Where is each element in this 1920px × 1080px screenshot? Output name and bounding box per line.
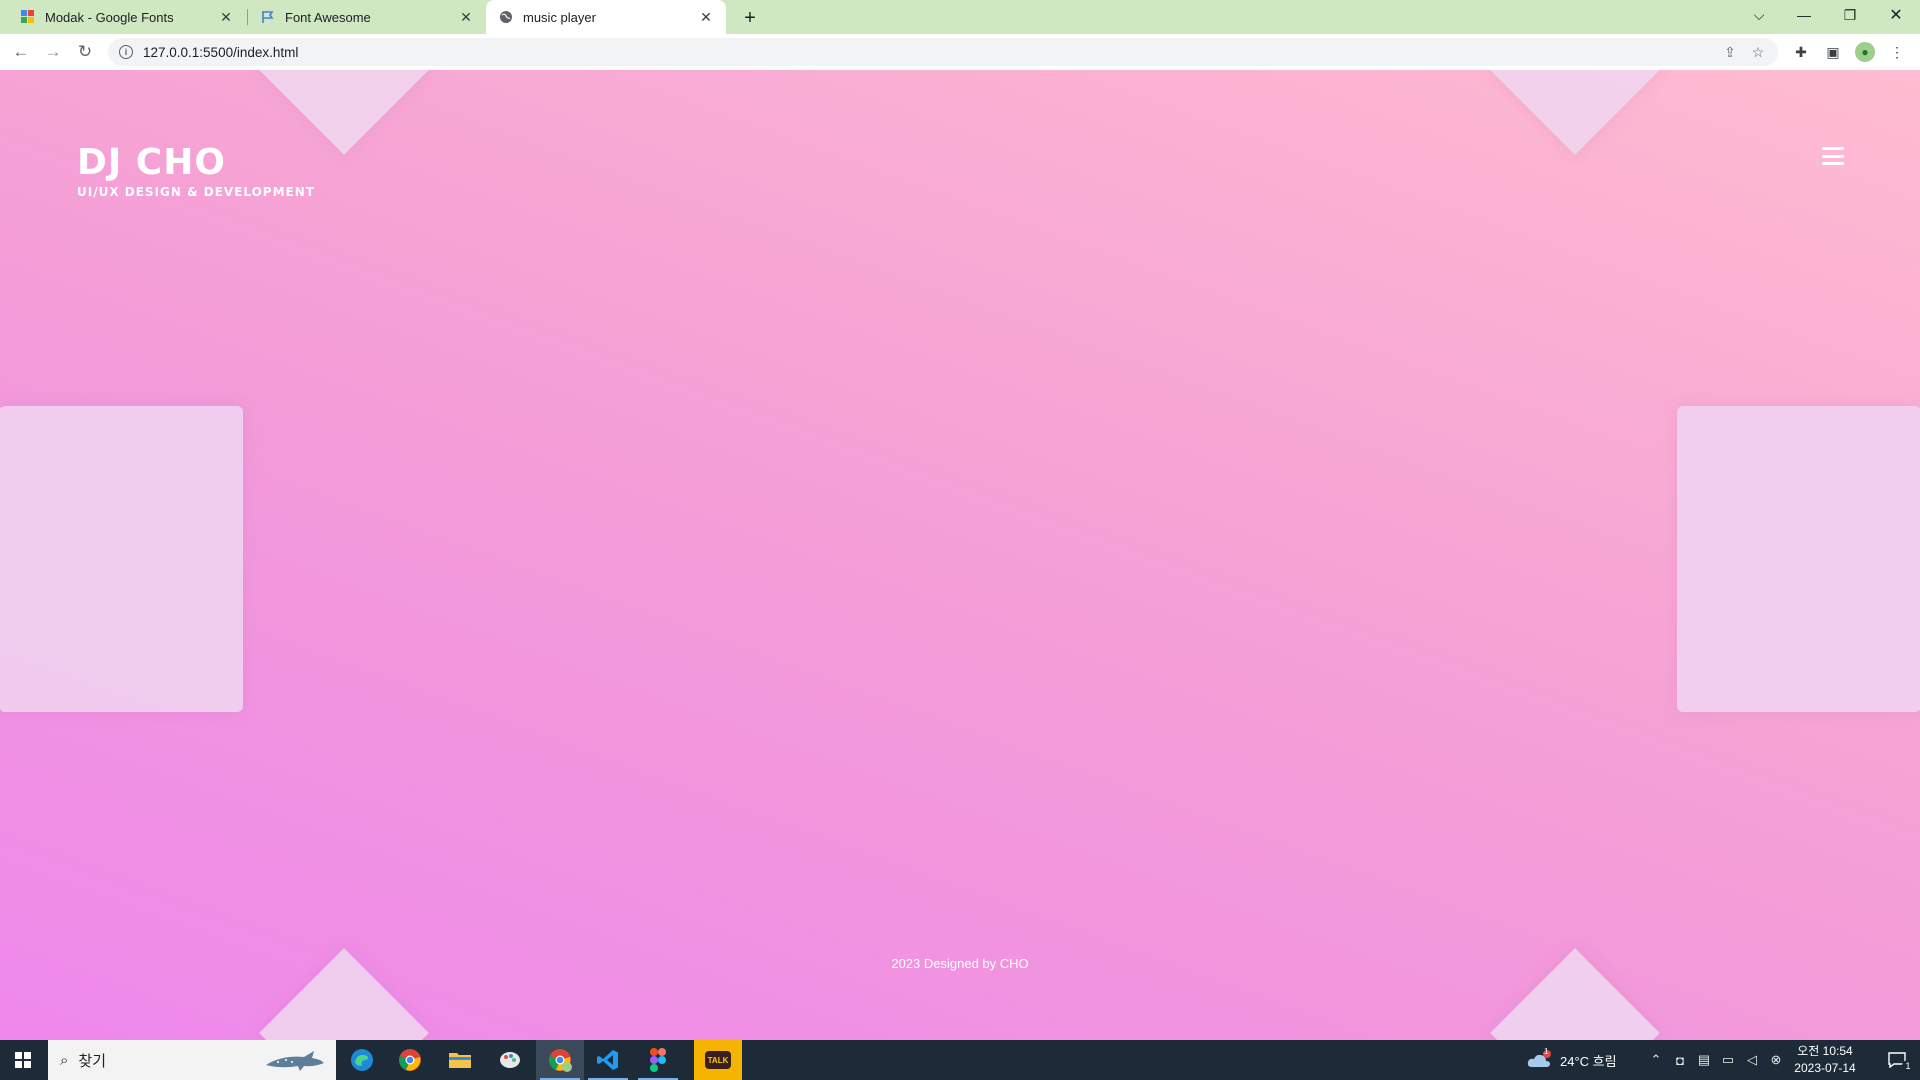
weather-badge: 1 bbox=[1544, 1047, 1549, 1056]
close-icon[interactable]: ✕ bbox=[696, 7, 716, 27]
browser-toolbar: ← → ↻ i 127.0.0.1:5500/index.html ⇪ ☆ ✚ … bbox=[0, 34, 1920, 70]
edge-icon[interactable] bbox=[338, 1040, 386, 1080]
forward-button[interactable]: → bbox=[39, 38, 67, 66]
flag-icon bbox=[260, 9, 276, 25]
clock-date: 2023-07-14 bbox=[1794, 1061, 1856, 1075]
reload-button[interactable]: ↻ bbox=[71, 38, 99, 66]
defender-icon[interactable]: ▤ bbox=[1692, 1040, 1716, 1080]
tab-title: music player bbox=[523, 9, 596, 25]
avatar: ● bbox=[1855, 42, 1875, 62]
chrome-icon[interactable] bbox=[386, 1040, 434, 1080]
tab-font-awesome[interactable]: Font Awesome ✕ bbox=[248, 0, 486, 34]
kakaotalk-label: TALK bbox=[705, 1051, 731, 1069]
notification-center-icon[interactable]: 1 bbox=[1874, 1040, 1920, 1080]
footer-text: 2023 Designed by CHO bbox=[891, 956, 1029, 971]
status-icon[interactable]: ⊗ bbox=[1764, 1040, 1788, 1080]
close-icon[interactable]: ✕ bbox=[456, 7, 476, 27]
site-info-icon[interactable]: i bbox=[119, 45, 133, 59]
decorative-card-right bbox=[1677, 406, 1920, 712]
tab-search-icon[interactable]: ⌵ bbox=[1739, 0, 1779, 30]
chrome-profile-icon[interactable] bbox=[536, 1040, 584, 1080]
brand-logo[interactable]: DJ CHO UI/UX DESIGN & DEVELOPMENT bbox=[77, 142, 315, 200]
weather-text: 24°C 흐림 bbox=[1560, 1053, 1617, 1069]
brand-subtitle: UI/UX DESIGN & DEVELOPMENT bbox=[77, 185, 315, 199]
bookmark-star-icon[interactable]: ☆ bbox=[1744, 38, 1772, 66]
restore-button[interactable]: ❐ bbox=[1830, 0, 1870, 30]
google-fonts-icon bbox=[20, 9, 36, 25]
notification-count: 1 bbox=[1902, 1060, 1914, 1072]
page-viewport: DJ CHO UI/UX DESIGN & DEVELOPMENT 2023 D… bbox=[0, 70, 1920, 1040]
address-bar[interactable]: i 127.0.0.1:5500/index.html ⇪ ☆ bbox=[108, 38, 1778, 66]
extensions-icon[interactable]: ✚ bbox=[1789, 40, 1813, 64]
new-tab-button[interactable]: + bbox=[736, 4, 764, 32]
search-icon: ⌕ bbox=[60, 1051, 69, 1069]
taskbar-search-box[interactable]: ⌕ 찾기 bbox=[48, 1040, 336, 1080]
profile-avatar[interactable]: ● bbox=[1853, 40, 1877, 64]
start-button[interactable] bbox=[0, 1040, 46, 1080]
windows-taskbar: ⌕ 찾기 TALK 1 24°C 흐림 ⌃ ◘ ▤ ▭ ◁ ⊗ 오전 10:54… bbox=[0, 1040, 1920, 1080]
minimize-button[interactable]: — bbox=[1784, 0, 1824, 30]
tab-title: Font Awesome bbox=[285, 9, 371, 25]
paint-icon[interactable] bbox=[486, 1040, 534, 1080]
decorative-triangle-top-right bbox=[1490, 70, 1660, 155]
tab-music-player[interactable]: music player ✕ bbox=[486, 0, 726, 34]
search-placeholder: 찾기 bbox=[78, 1052, 107, 1070]
vscode-icon[interactable] bbox=[584, 1040, 632, 1080]
system-tray: ⌃ ◘ ▤ ▭ ◁ ⊗ bbox=[1644, 1040, 1788, 1080]
menu-kebab-icon[interactable]: ⋮ bbox=[1885, 40, 1909, 64]
weather-widget[interactable]: 1 24°C 흐림 bbox=[1526, 1040, 1617, 1080]
chevron-up-icon[interactable]: ⌃ bbox=[1644, 1040, 1668, 1080]
share-icon[interactable]: ⇪ bbox=[1716, 38, 1744, 66]
network-icon[interactable]: ▭ bbox=[1716, 1040, 1740, 1080]
globe-icon bbox=[498, 9, 514, 25]
meet-now-icon[interactable]: ◘ bbox=[1668, 1040, 1692, 1080]
windows-logo-icon bbox=[15, 1052, 31, 1068]
taskbar-clock[interactable]: 오전 10:54 2023-07-14 bbox=[1786, 1043, 1864, 1077]
brand-title: DJ CHO bbox=[77, 142, 226, 183]
close-icon[interactable]: ✕ bbox=[216, 7, 236, 27]
clock-time: 오전 10:54 bbox=[1797, 1044, 1853, 1058]
url-text[interactable]: 127.0.0.1:5500/index.html bbox=[143, 45, 1716, 60]
hamburger-menu-icon[interactable] bbox=[1822, 147, 1844, 165]
volume-muted-icon[interactable]: ◁ bbox=[1740, 1040, 1764, 1080]
whale-shark-icon bbox=[266, 1051, 324, 1071]
kakaotalk-icon[interactable]: TALK bbox=[694, 1040, 742, 1080]
back-button[interactable]: ← bbox=[7, 38, 35, 66]
decorative-card-left bbox=[0, 406, 243, 712]
tab-modak-google-fonts[interactable]: Modak - Google Fonts ✕ bbox=[0, 0, 246, 34]
browser-tab-strip: Modak - Google Fonts ✕ Font Awesome ✕ mu… bbox=[0, 0, 1920, 34]
side-panel-icon[interactable]: ▣ bbox=[1821, 40, 1845, 64]
file-explorer-icon[interactable] bbox=[436, 1040, 484, 1080]
figma-icon[interactable] bbox=[634, 1040, 682, 1080]
tab-title: Modak - Google Fonts bbox=[45, 9, 174, 25]
close-window-button[interactable]: ✕ bbox=[1876, 0, 1916, 30]
